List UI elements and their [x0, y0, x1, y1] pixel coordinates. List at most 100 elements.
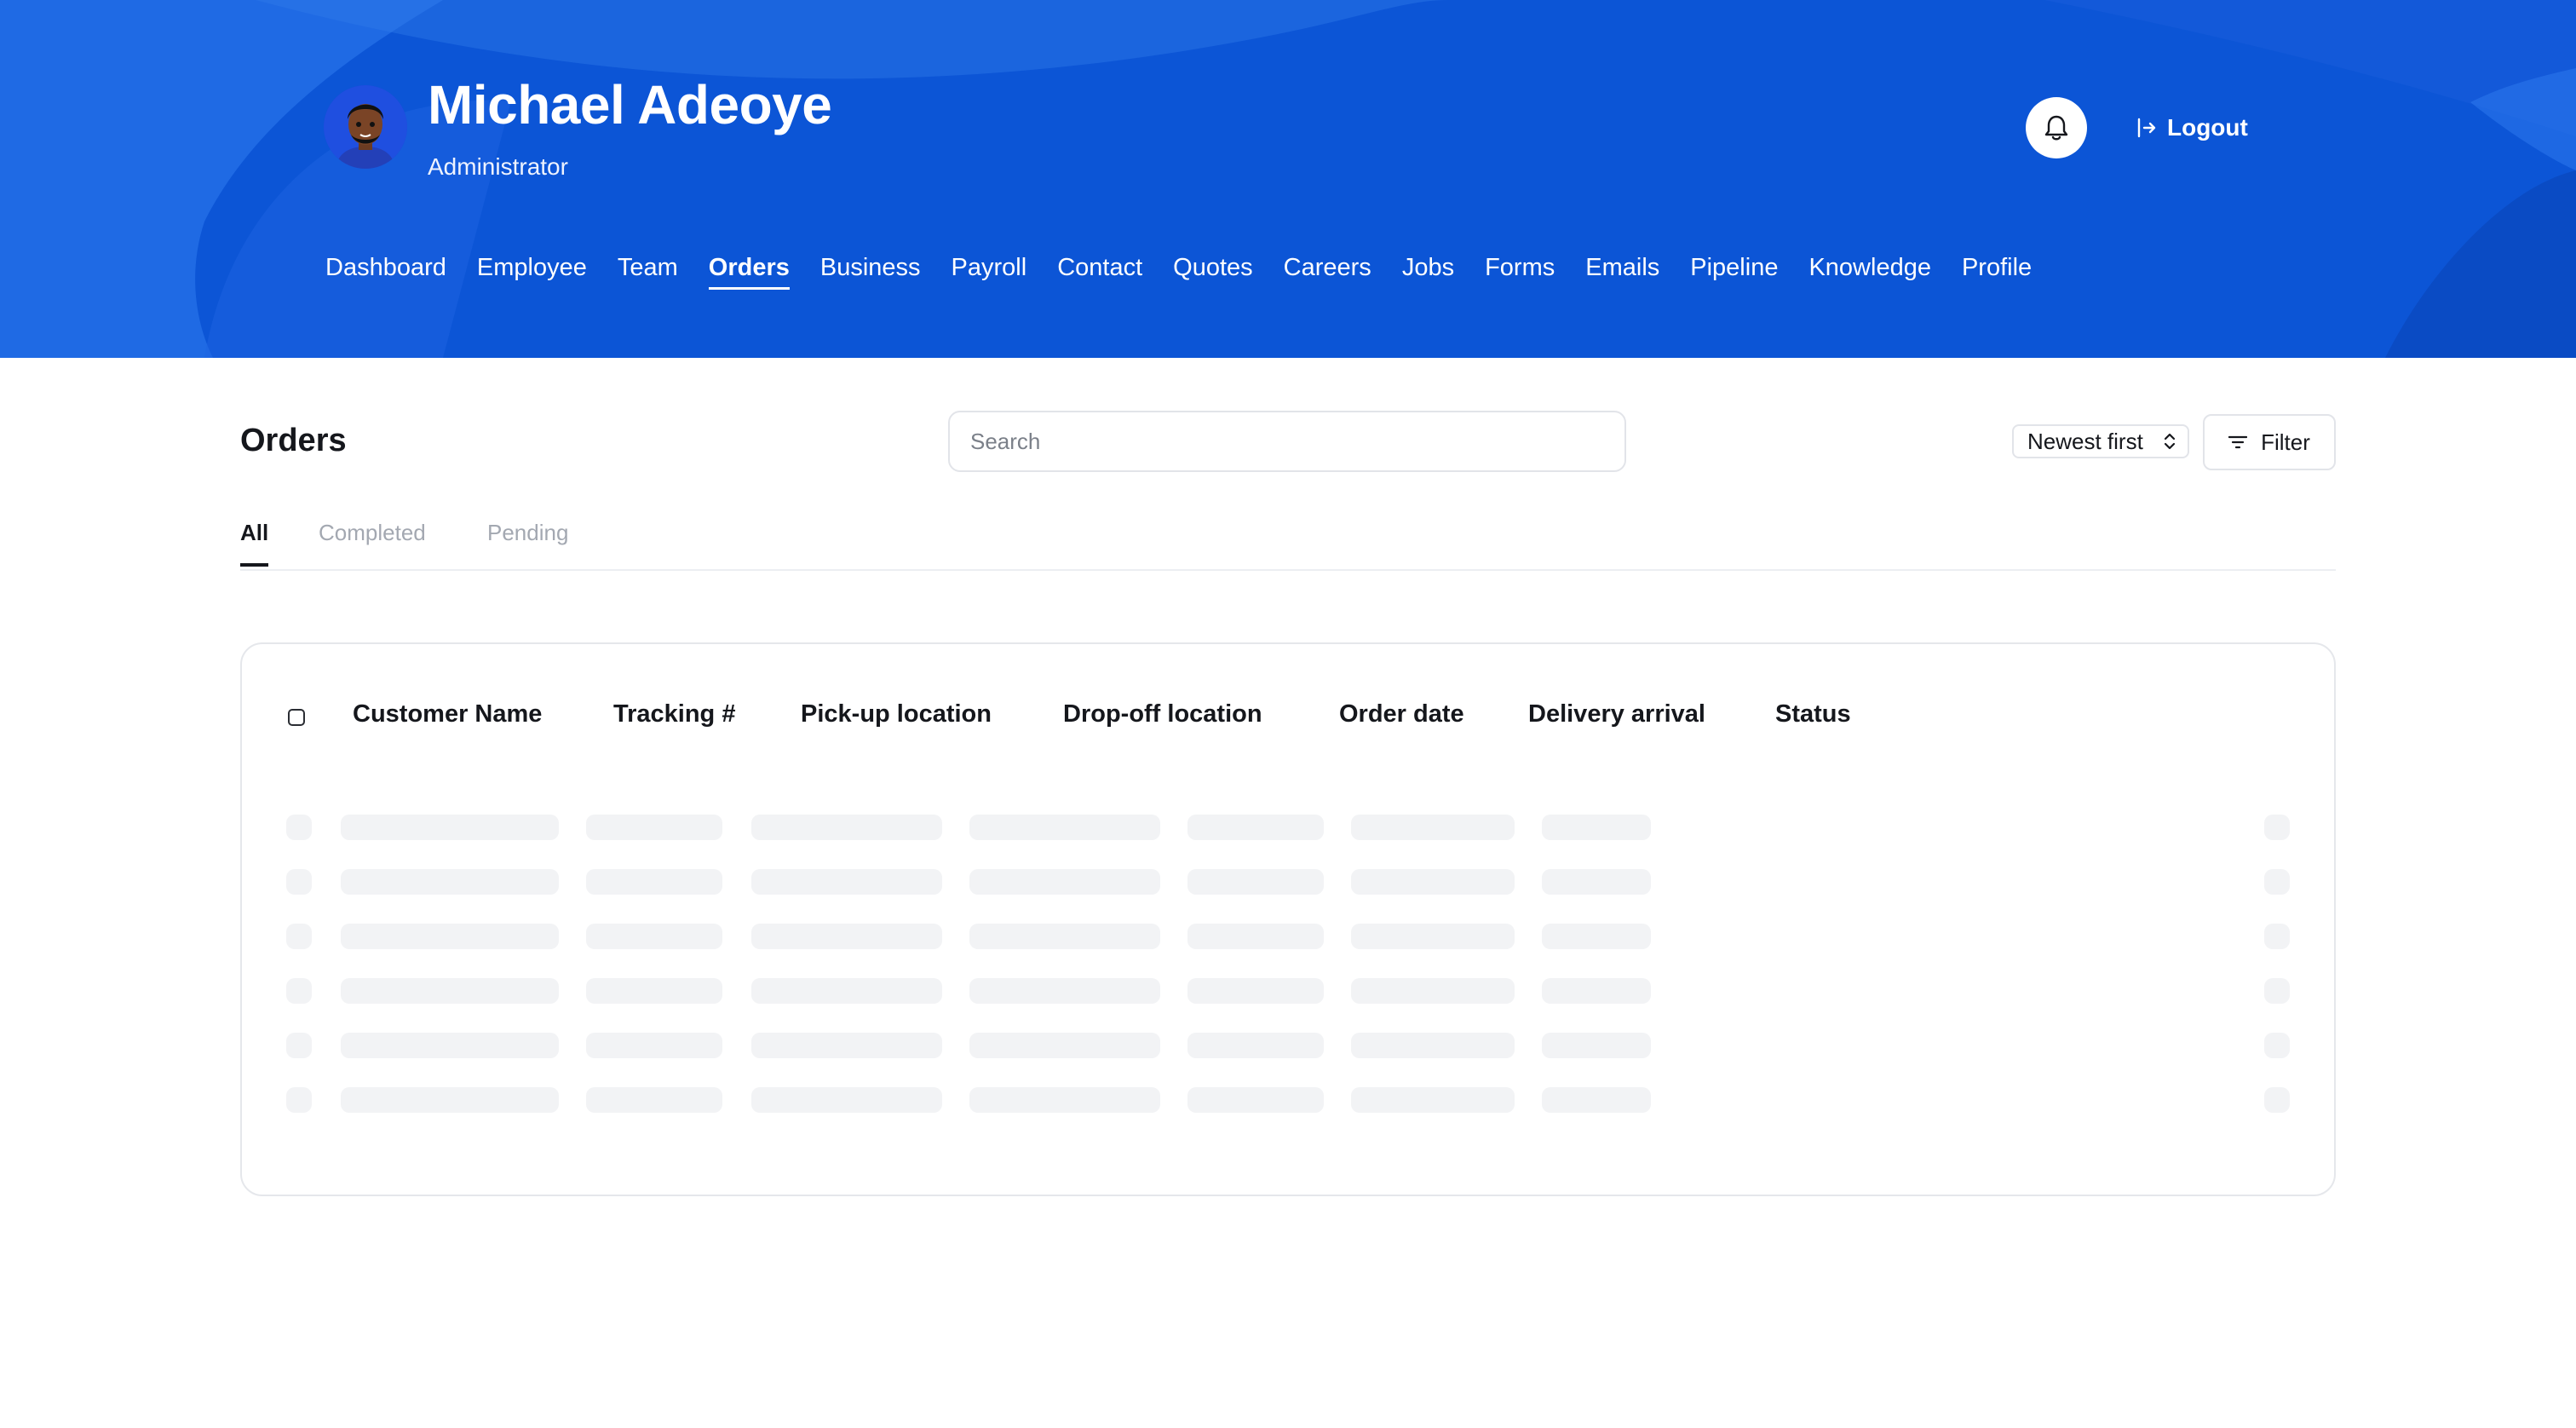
skeleton-cell: [751, 1087, 942, 1113]
column-header-tracking[interactable]: Tracking #: [613, 700, 735, 728]
skeleton-cell: [969, 1033, 1160, 1058]
nav-item-pipeline[interactable]: Pipeline: [1690, 254, 1778, 290]
nav-item-quotes[interactable]: Quotes: [1173, 254, 1253, 290]
tab-completed[interactable]: Completed: [319, 520, 426, 563]
skeleton-cell: [286, 815, 312, 840]
skeleton-cell: [1542, 1087, 1651, 1113]
skeleton-cell: [969, 924, 1160, 949]
header-background-waves: [0, 0, 2576, 358]
tab-pending[interactable]: Pending: [487, 520, 568, 563]
skeleton-cell: [751, 869, 942, 895]
bell-icon: [2044, 115, 2068, 141]
profile-header: Michael Adeoye Administrator Logout Dash…: [0, 0, 2576, 358]
skeleton-cell: [286, 869, 312, 895]
skeleton-cell: [286, 978, 312, 1004]
skeleton-cell: [2264, 924, 2290, 949]
skeleton-cell: [341, 1087, 559, 1113]
logout-icon: [2137, 118, 2156, 138]
skeleton-cell: [2264, 869, 2290, 895]
chevron-up-down-icon: [2164, 433, 2176, 450]
skeleton-cell: [1351, 1033, 1515, 1058]
skeleton-cell: [286, 924, 312, 949]
sort-value: Newest first: [2027, 428, 2143, 454]
skeleton-cell: [1542, 815, 1651, 840]
skeleton-cell: [341, 1033, 559, 1058]
nav-item-knowledge[interactable]: Knowledge: [1808, 254, 1931, 290]
skeleton-cell: [341, 869, 559, 895]
skeleton-cell: [969, 869, 1160, 895]
skeleton-cell: [1542, 978, 1651, 1004]
main-navigation: Dashboard Employee Team Orders Business Payro…: [325, 254, 2032, 290]
column-header-drop-off-location[interactable]: Drop-off location: [1063, 700, 1262, 728]
skeleton-cell: [1351, 869, 1515, 895]
column-header-customer-name[interactable]: Customer Name: [353, 700, 542, 728]
skeleton-cell: [1351, 978, 1515, 1004]
skeleton-cell: [341, 924, 559, 949]
nav-item-team[interactable]: Team: [618, 254, 678, 290]
filter-label: Filter: [2261, 429, 2310, 455]
skeleton-cell: [1187, 924, 1324, 949]
skeleton-cell: [751, 978, 942, 1004]
skeleton-cell: [341, 815, 559, 840]
skeleton-cell: [2264, 1033, 2290, 1058]
skeleton-cell: [586, 815, 722, 840]
skeleton-cell: [1542, 869, 1651, 895]
column-header-delivery-arrival[interactable]: Delivery arrival: [1528, 700, 1705, 728]
nav-item-employee[interactable]: Employee: [477, 254, 587, 290]
skeleton-cell: [286, 1033, 312, 1058]
skeleton-cell: [286, 1087, 312, 1113]
nav-item-forms[interactable]: Forms: [1485, 254, 1555, 290]
search-input[interactable]: [948, 411, 1626, 472]
user-role: Administrator: [428, 153, 568, 180]
filter-button[interactable]: Filter: [2203, 414, 2336, 470]
column-header-order-date[interactable]: Order date: [1339, 700, 1464, 728]
skeleton-cell: [751, 815, 942, 840]
skeleton-cell: [1351, 815, 1515, 840]
skeleton-cell: [1351, 924, 1515, 949]
page-title: Orders: [240, 423, 347, 458]
skeleton-cell: [1187, 1033, 1324, 1058]
nav-item-dashboard[interactable]: Dashboard: [325, 254, 446, 290]
skeleton-cell: [1351, 1087, 1515, 1113]
filter-icon: [2228, 435, 2248, 449]
nav-item-profile[interactable]: Profile: [1962, 254, 2032, 290]
user-name: Michael Adeoye: [428, 74, 832, 135]
skeleton-cell: [969, 815, 1160, 840]
skeleton-cell: [1542, 924, 1651, 949]
nav-item-orders[interactable]: Orders: [708, 254, 790, 290]
avatar: [324, 85, 407, 169]
skeleton-cell: [969, 1087, 1160, 1113]
logout-button[interactable]: Logout: [2136, 111, 2248, 145]
nav-item-jobs[interactable]: Jobs: [1402, 254, 1454, 290]
nav-item-business[interactable]: Business: [820, 254, 921, 290]
avatar-illustration: [324, 85, 407, 169]
skeleton-cell: [586, 978, 722, 1004]
nav-item-payroll[interactable]: Payroll: [952, 254, 1027, 290]
skeleton-cell: [586, 869, 722, 895]
skeleton-cell: [751, 1033, 942, 1058]
skeleton-cell: [586, 1087, 722, 1113]
nav-item-emails[interactable]: Emails: [1585, 254, 1659, 290]
orders-table: Customer Name Tracking # Pick-up location D…: [240, 642, 2336, 1196]
sort-select[interactable]: Newest first: [2012, 424, 2189, 458]
skeleton-cell: [1187, 1087, 1324, 1113]
select-all-checkbox[interactable]: [288, 709, 305, 726]
logout-label: Logout: [2167, 114, 2248, 141]
skeleton-cell: [1187, 815, 1324, 840]
skeleton-cell: [586, 1033, 722, 1058]
column-header-status[interactable]: Status: [1775, 700, 1851, 728]
skeleton-cell: [969, 978, 1160, 1004]
skeleton-cell: [1187, 869, 1324, 895]
skeleton-cell: [1542, 1033, 1651, 1058]
order-status-tabs: All Completed Pending: [240, 520, 2336, 571]
nav-item-contact[interactable]: Contact: [1057, 254, 1142, 290]
skeleton-cell: [2264, 978, 2290, 1004]
column-header-pick-up-location[interactable]: Pick-up location: [801, 700, 992, 728]
skeleton-cell: [2264, 1087, 2290, 1113]
skeleton-cell: [341, 978, 559, 1004]
notifications-button[interactable]: [2026, 97, 2087, 158]
nav-item-careers[interactable]: Careers: [1284, 254, 1371, 290]
skeleton-cell: [586, 924, 722, 949]
tab-all[interactable]: All: [240, 520, 269, 567]
skeleton-cell: [1187, 978, 1324, 1004]
